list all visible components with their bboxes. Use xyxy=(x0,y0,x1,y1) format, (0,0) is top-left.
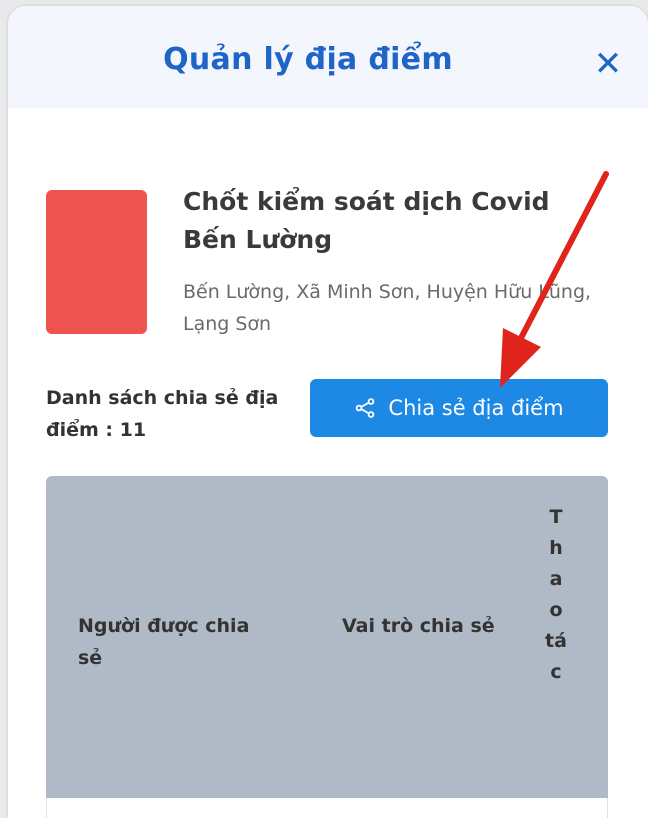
table-row xyxy=(46,798,608,818)
column-header-actions: Thao tác xyxy=(545,506,567,683)
location-address: Bến Lường, Xã Minh Sơn, Huyện Hữu Lũng, … xyxy=(183,281,592,335)
share-icon xyxy=(354,397,376,419)
location-thumbnail xyxy=(46,190,147,334)
share-location-button-label: Chia sẻ địa điểm xyxy=(388,396,564,420)
column-header-shared-user: Người được chia sẻ xyxy=(78,615,250,669)
modal-header: Quản lý địa điểm ✕ xyxy=(8,6,648,108)
shared-users-table-header: Người được chia sẻ Vai trò chia sẻ Thao … xyxy=(46,476,608,798)
column-header-share-role: Vai trò chia sẻ xyxy=(342,615,495,637)
share-location-button[interactable]: Chia sẻ địa điểm xyxy=(310,379,608,437)
location-name: Chốt kiểm soát dịch Covid Bến Lường xyxy=(183,187,550,254)
modal-title: Quản lý địa điểm xyxy=(163,42,453,77)
share-list-count-label: Danh sách chia sẻ địa điểm : 11 xyxy=(46,387,279,441)
close-icon: ✕ xyxy=(593,44,623,84)
close-button[interactable]: ✕ xyxy=(590,44,626,84)
